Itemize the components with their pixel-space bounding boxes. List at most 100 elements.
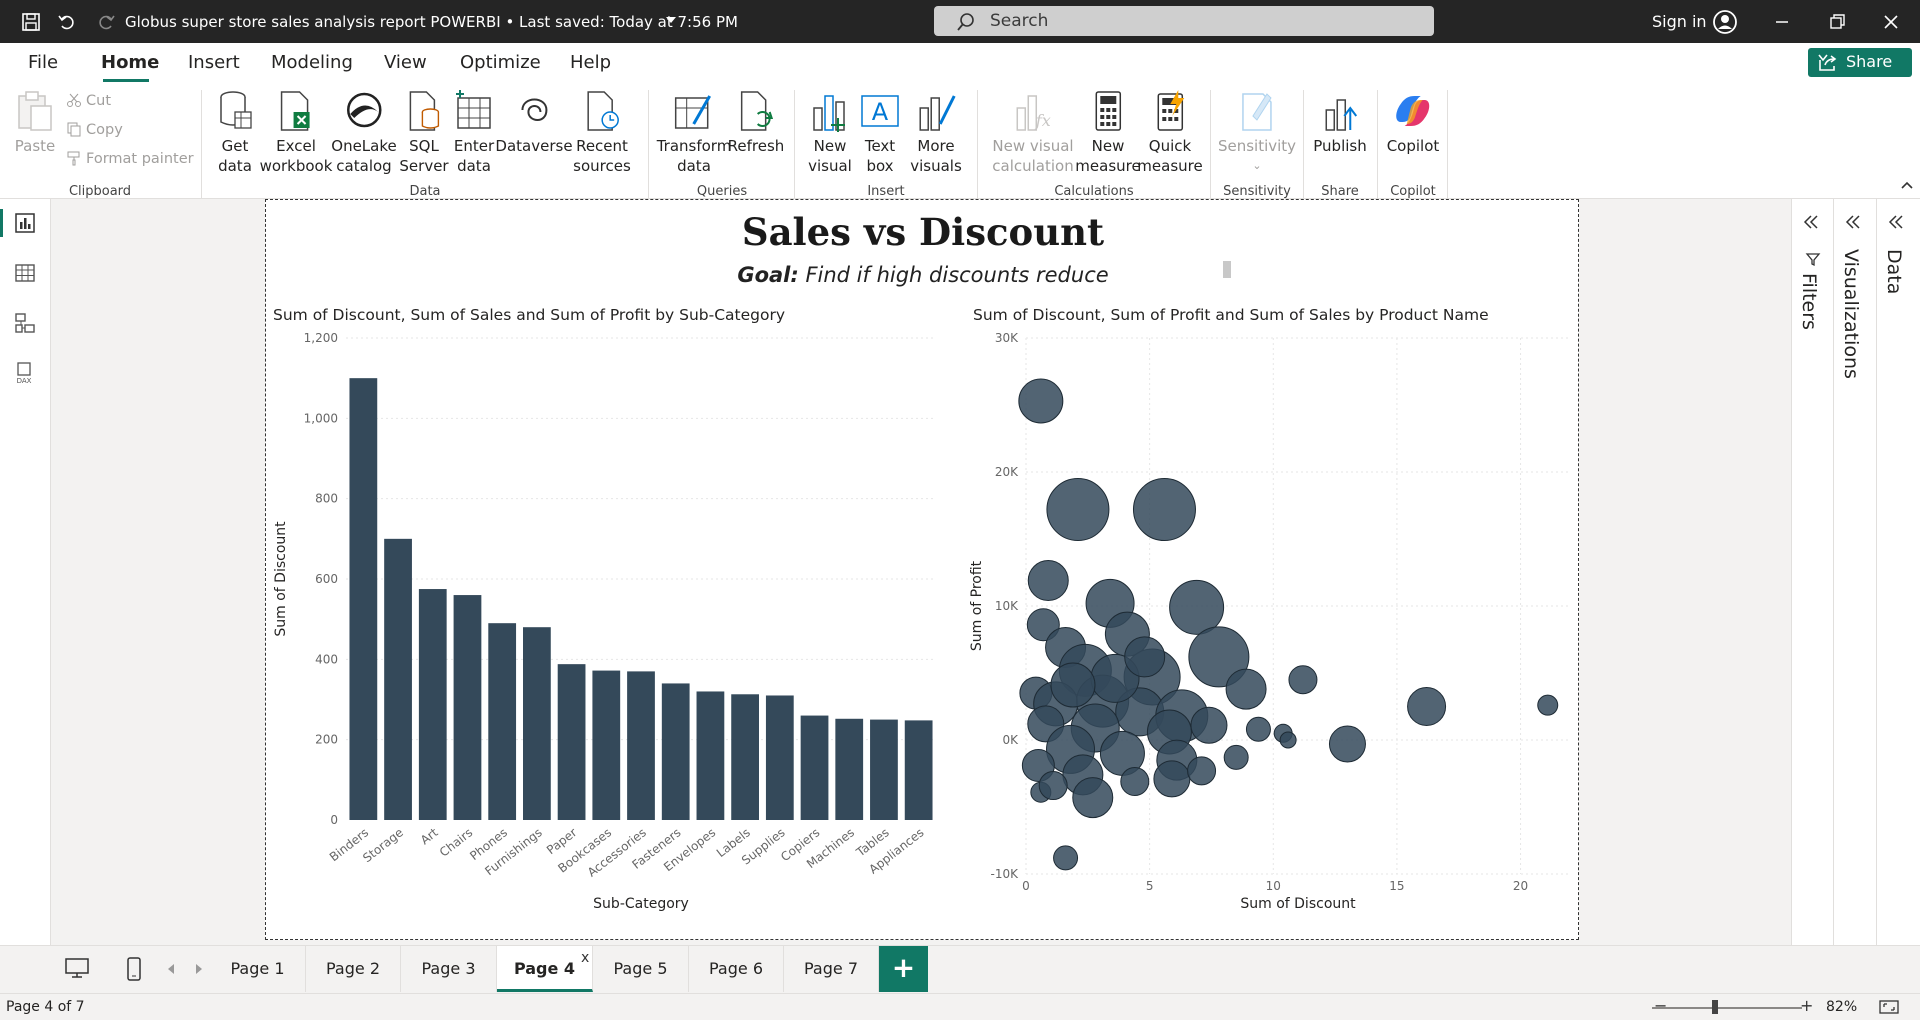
enter-data-button[interactable]: Enter data — [452, 88, 496, 176]
scatter-bubble — [1050, 662, 1096, 708]
close-icon[interactable] — [1880, 11, 1902, 33]
scatter-bubble — [1153, 760, 1191, 798]
visualizations-pane[interactable]: Visualizations — [1833, 199, 1876, 945]
refresh-button[interactable]: Refresh — [728, 88, 784, 156]
group-separator — [1210, 90, 1211, 200]
expand-pane-icon[interactable] — [1801, 213, 1821, 231]
zoom-slider-thumb[interactable] — [1712, 1000, 1718, 1014]
menu-home[interactable]: Home — [101, 52, 159, 73]
x-tick-label: Art — [418, 825, 441, 847]
recent-sources-button[interactable]: Recent sources — [573, 88, 631, 176]
bar-chart-title: Sum of Discount, Sum of Sales and Sum of… — [273, 306, 786, 324]
menu-insert[interactable]: Insert — [188, 52, 240, 73]
y-tick-label: 1,000 — [304, 411, 338, 425]
redo-icon[interactable] — [95, 11, 117, 33]
cut-button[interactable]: Cut — [66, 92, 111, 109]
onelake-catalog-button[interactable]: OneLake catalog — [331, 88, 397, 176]
group-separator — [1377, 90, 1378, 200]
collapse-ribbon-icon[interactable] — [1900, 180, 1914, 190]
model-view-icon[interactable] — [13, 311, 37, 335]
copilot-button[interactable]: Copilot — [1387, 88, 1439, 156]
ribbon: Paste Cut Copy Format painter Clipboard … — [0, 84, 1920, 200]
minimize-icon[interactable] — [1771, 11, 1793, 33]
menu-file[interactable]: File — [28, 52, 58, 73]
page-tab-bar: Page 1 Page 2 Page 3 Page 4 Page 5 Page … — [0, 945, 1920, 993]
visual-calculation-icon: fx — [1016, 95, 1051, 131]
restore-icon[interactable] — [1826, 11, 1848, 33]
tab-page-7[interactable]: Page 7 — [784, 946, 879, 992]
dax-query-view-icon[interactable]: DAX — [13, 361, 37, 385]
sensitivity-button[interactable]: Sensitivity ⌄ — [1218, 88, 1296, 176]
report-view-icon[interactable] — [13, 211, 37, 235]
menu-modeling[interactable]: Modeling — [271, 52, 353, 73]
y-tick-label: 20K — [995, 465, 1019, 479]
scatter-chart-visual[interactable]: Sum of Discount, Sum of Profit and Sum o… — [966, 304, 1580, 940]
get-data-button[interactable]: Get data — [213, 88, 257, 176]
zoom-percentage[interactable]: 82% — [1826, 999, 1857, 1015]
search-input[interactable]: Search — [990, 11, 1048, 31]
expand-pane-icon[interactable] — [1843, 213, 1863, 231]
svg-text:fx: fx — [1035, 111, 1051, 130]
save-icon[interactable] — [20, 11, 42, 33]
bar — [870, 719, 898, 820]
bar — [488, 623, 517, 820]
search-box[interactable]: Search — [934, 6, 1434, 36]
tab-page-3[interactable]: Page 3 — [401, 946, 497, 992]
report-page[interactable]: Sales vs Discount Goal: Find if high dis… — [265, 199, 1579, 940]
sql-server-button[interactable]: SQL Server — [399, 88, 449, 176]
goal-text-box[interactable]: Goal: Find if high discounts reduce — [266, 263, 1580, 287]
mobile-layout-icon[interactable] — [125, 956, 143, 982]
paste-button[interactable]: Paste — [13, 88, 57, 156]
transform-data-button[interactable]: Transform data — [657, 88, 731, 176]
copy-button[interactable]: Copy — [66, 121, 123, 138]
scatter-bubble — [1225, 668, 1267, 710]
excel-workbook-button[interactable]: Excel workbook — [260, 88, 332, 176]
dataverse-button[interactable]: Dataverse — [495, 88, 573, 156]
publish-button[interactable]: Publish — [1313, 88, 1367, 156]
group-label-calculations: Calculations — [1054, 184, 1134, 199]
new-measure-button[interactable]: New measure — [1075, 88, 1141, 176]
menu-optimize[interactable]: Optimize — [460, 52, 541, 73]
more-visuals-button[interactable]: More visuals — [910, 88, 962, 176]
expand-pane-icon[interactable] — [1886, 213, 1906, 231]
new-visual-calculation-button[interactable]: fx New visual calculation — [992, 88, 1074, 176]
tab-page-1[interactable]: Page 1 — [210, 946, 306, 992]
data-pane-label: Data — [1883, 249, 1905, 295]
tab-page-4[interactable]: Page 4 — [497, 946, 593, 992]
refresh-icon — [741, 91, 774, 131]
new-visual-button[interactable]: New visual — [808, 88, 852, 176]
desktop-layout-icon[interactable] — [64, 956, 90, 980]
data-pane[interactable]: Data — [1876, 199, 1920, 945]
zoom-in-button[interactable]: + — [1800, 996, 1813, 1015]
menu-view[interactable]: View — [384, 52, 427, 73]
tab-page-5[interactable]: Page 5 — [593, 946, 689, 992]
format-painter-button[interactable]: Format painter — [66, 150, 194, 167]
fit-to-page-icon[interactable] — [1878, 999, 1900, 1015]
quick-measure-button[interactable]: Quick measure — [1137, 88, 1203, 176]
scroll-left-icon[interactable] — [166, 963, 176, 975]
zoom-slider[interactable] — [1652, 1007, 1802, 1009]
sign-in-link[interactable]: Sign in — [1652, 12, 1707, 31]
menu-help[interactable]: Help — [570, 52, 611, 73]
scroll-right-icon[interactable] — [194, 963, 204, 975]
tab-page-6[interactable]: Page 6 — [689, 946, 784, 992]
scatter-bubble — [1072, 777, 1114, 819]
chevron-down-icon — [1818, 54, 1828, 62]
user-icon[interactable] — [1712, 9, 1738, 35]
add-page-button[interactable]: + — [879, 946, 928, 992]
svg-text:DAX: DAX — [17, 377, 32, 385]
undo-icon[interactable] — [56, 11, 78, 33]
table-view-icon[interactable] — [13, 261, 37, 285]
chevron-down-icon[interactable] — [664, 13, 678, 27]
text-box-button[interactable]: A Text box — [858, 88, 902, 176]
share-button[interactable]: Share — [1808, 48, 1912, 77]
tab-page-2[interactable]: Page 2 — [306, 946, 401, 992]
zoom-out-button[interactable]: − — [1654, 996, 1667, 1015]
filters-pane-label: Filters — [1798, 273, 1820, 330]
group-label-queries: Queries — [696, 184, 748, 199]
document-title[interactable]: Globus super store sales analysis report… — [125, 13, 738, 31]
report-title[interactable]: Sales vs Discount — [266, 210, 1580, 254]
filters-pane[interactable]: Filters — [1791, 199, 1833, 945]
bar-chart-visual[interactable]: Sum of Discount, Sum of Sales and Sum of… — [266, 304, 946, 940]
close-tab-icon[interactable]: x — [581, 950, 589, 966]
